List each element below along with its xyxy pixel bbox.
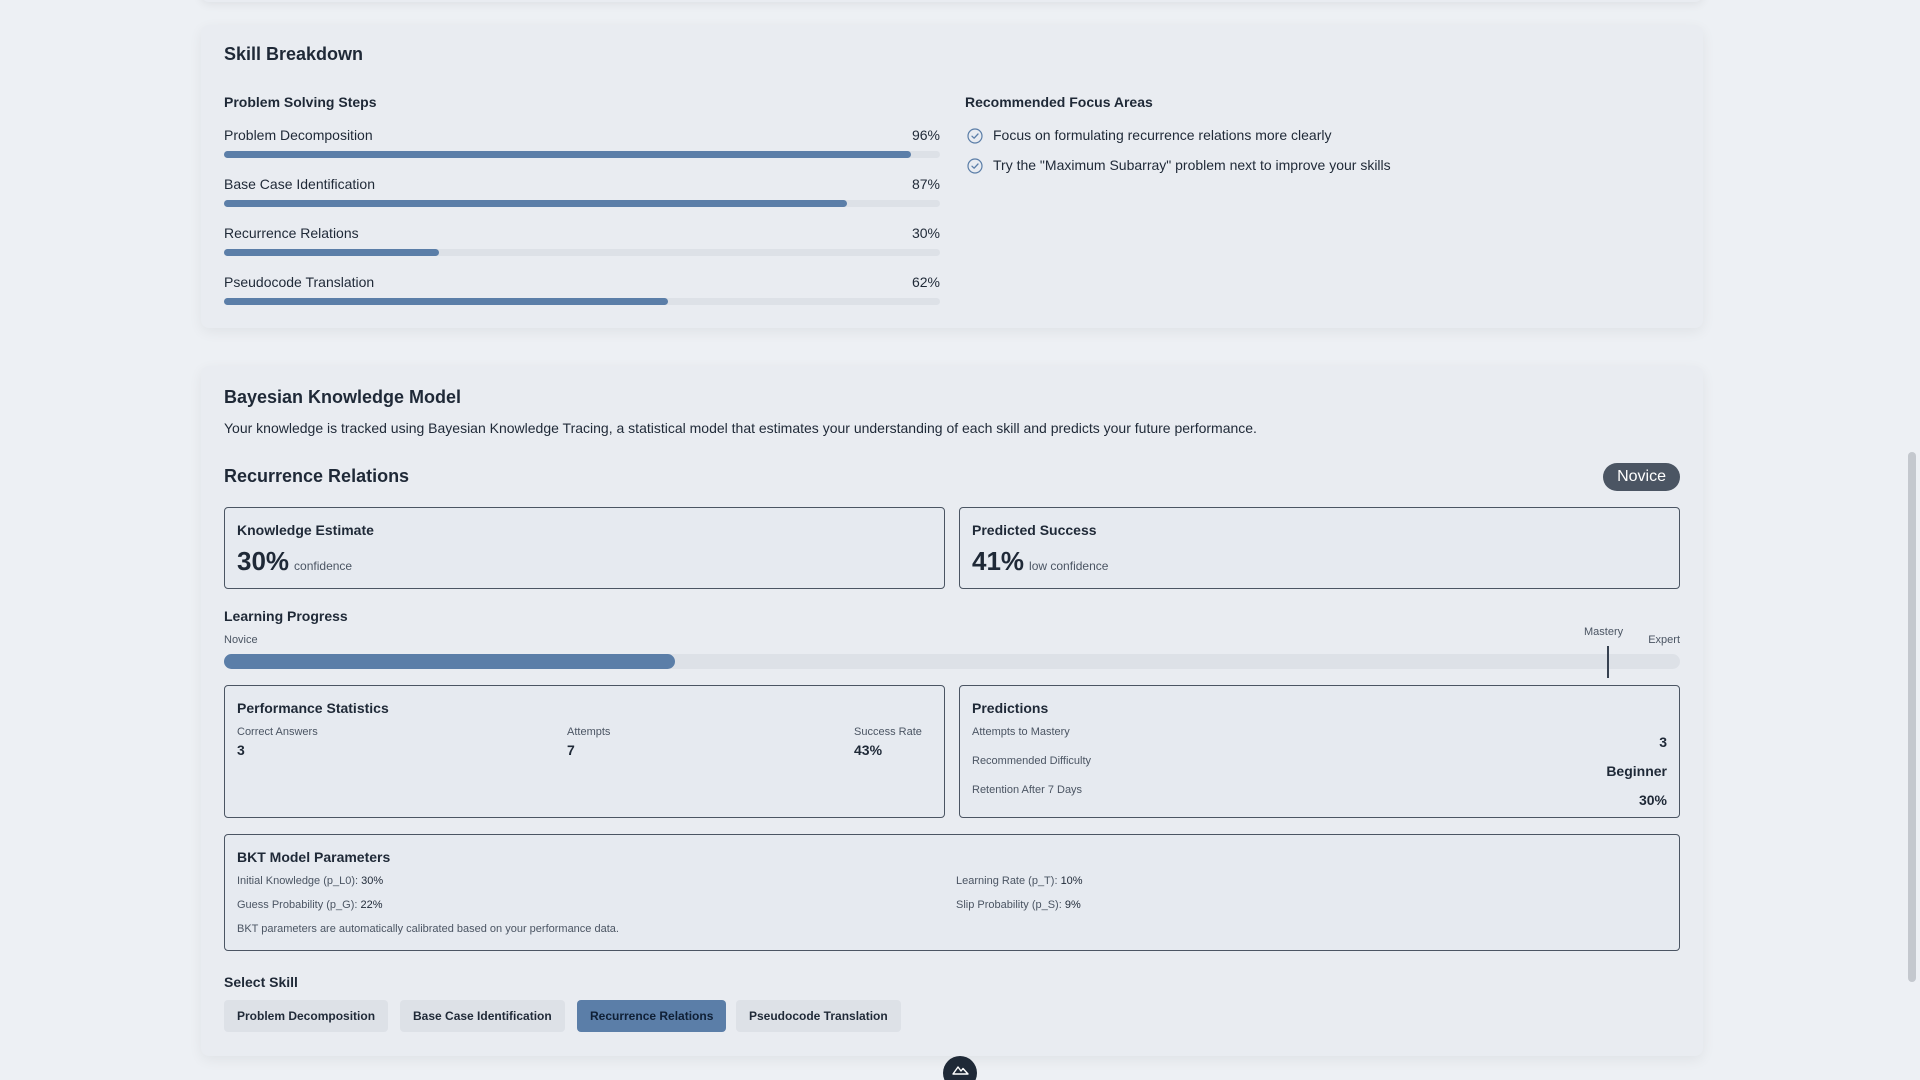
skill-progress-row: Problem Decomposition 96% [224,127,940,161]
select-skill-title: Select Skill [224,974,298,990]
param-label: Initial Knowledge (p_L0): [237,875,359,887]
skill-percent: 87% [911,176,940,192]
predictions-title: Predictions [972,700,1049,716]
skill-option-recurrence-relations[interactable]: Recurrence Relations [577,1000,727,1032]
progress-end-label: Expert [1648,634,1680,646]
prediction-label: Recommended Difficulty [972,755,1092,767]
predicted-success-title: Predicted Success [972,522,1097,538]
predicted-success-metric: 41% low confidence [972,546,1108,577]
skill-percent: 96% [911,127,940,143]
skill-progress-fill [224,200,847,207]
skill-progress-row: Recurrence Relations 30% [224,225,940,259]
stat-value: 7 [567,742,575,758]
param-label: Slip Probability (p_S): [956,899,1062,911]
skill-progress-track [224,249,940,256]
skill-breakdown-card: Skill Breakdown Problem Solving Steps Pr… [201,25,1703,328]
predicted-success-note: low confidence [1029,559,1109,573]
skill-progress-row: Pseudocode Translation 62% [224,274,940,308]
check-circle-icon [967,158,983,174]
learning-progress-fill [224,654,676,669]
bkt-description: Your knowledge is tracked using Bayesian… [224,420,1257,436]
skill-progress-track [224,298,940,305]
param-label: Learning Rate (p_T): [956,875,1058,887]
skill-percent: 30% [911,225,940,241]
focus-item-text: Try the "Maximum Subarray" problem next … [993,157,1391,173]
stat-value: 43% [854,742,883,758]
knowledge-estimate-note: confidence [294,559,353,573]
prediction-value: Beginner [1606,763,1667,779]
bayesian-knowledge-card: Bayesian Knowledge Model Your knowledge … [201,366,1703,1056]
bkt-parameters-box: BKT Model Parameters Initial Knowledge (… [224,834,1680,951]
prediction-value: 3 [1659,734,1667,750]
skill-progress-fill [224,298,668,305]
prediction-value: 30% [1638,792,1667,808]
vertical-scrollbar[interactable] [1908,452,1916,982]
knowledge-estimate-box: Knowledge Estimate 30% confidence [224,507,945,589]
prediction-row: Retention After 7 Days 30% [972,784,1667,813]
stat-correct-answers: Correct Answers 3 [237,726,318,758]
bkt-parameters-note: BKT parameters are automatically calibra… [237,923,619,935]
skill-progress-track [224,200,940,207]
param-value: 30% [361,875,384,887]
skill-progress-fill [224,249,439,256]
prediction-row: Recommended Difficulty Beginner [972,755,1667,784]
recommended-focus-title: Recommended Focus Areas [965,94,1153,110]
param-guess-probability: Guess Probability (p_G): 22% [237,899,383,911]
param-value: 22% [360,899,383,911]
skill-label: Recurrence Relations [224,225,359,241]
skill-percent: 62% [911,274,940,290]
knowledge-estimate-metric: 30% confidence [237,546,352,577]
skill-label: Base Case Identification [224,176,375,192]
stat-label: Attempts [567,726,611,738]
param-value: 10% [1060,875,1083,887]
stat-value: 3 [237,742,245,758]
performance-statistics-box: Performance Statistics Correct Answers 3… [224,685,945,818]
prediction-label: Attempts to Mastery [972,726,1070,738]
mastery-marker [1607,646,1609,678]
mastery-label: Mastery [1584,626,1624,638]
stat-attempts: Attempts 7 [567,726,610,758]
bkt-parameters-title: BKT Model Parameters [237,849,391,865]
predicted-success-box: Predicted Success 41% low confidence [959,507,1680,589]
progress-start-label: Novice [224,634,258,646]
performance-statistics-title: Performance Statistics [237,700,389,716]
knowledge-estimate-value: 30% [237,546,290,576]
param-initial-knowledge: Initial Knowledge (p_L0): 30% [237,875,383,887]
param-slip-probability: Slip Probability (p_S): 9% [956,899,1081,911]
skill-option-problem-decomposition[interactable]: Problem Decomposition [224,1000,389,1032]
problem-solving-steps-title: Problem Solving Steps [224,94,377,110]
stat-success-rate: Success Rate 43% [854,726,922,758]
mountain-icon [952,1066,969,1075]
focus-item-text: Focus on formulating recurrence relation… [993,127,1332,143]
prediction-row: Attempts to Mastery 3 [972,726,1667,755]
level-badge: Novice [1603,463,1680,491]
param-label: Guess Probability (p_G): [237,899,358,911]
skill-option-base-case-identification[interactable]: Base Case Identification [400,1000,565,1032]
learning-progress-track [224,654,1680,669]
learning-progress-title: Learning Progress [224,608,348,624]
predicted-success-value: 41% [972,546,1025,576]
stat-label: Correct Answers [237,726,318,738]
skill-label: Problem Decomposition [224,127,373,143]
param-learning-rate: Learning Rate (p_T): 10% [956,875,1083,887]
stat-label: Success Rate [854,726,922,738]
knowledge-estimate-title: Knowledge Estimate [237,522,374,538]
floating-action-button[interactable] [943,1056,977,1080]
skill-option-pseudocode-translation[interactable]: Pseudocode Translation [736,1000,901,1032]
skill-progress-fill [224,151,912,158]
skill-progress-row: Base Case Identification 87% [224,176,940,210]
param-value: 9% [1064,899,1081,911]
selected-skill-heading: Recurrence Relations [224,466,410,486]
prediction-label: Retention After 7 Days [972,784,1083,796]
bkt-title: Bayesian Knowledge Model [224,387,462,407]
previous-card-edge [201,0,1703,2]
skill-progress-track [224,151,940,158]
skill-breakdown-title: Skill Breakdown [224,44,364,64]
check-circle-icon [967,128,983,144]
predictions-box: Predictions Attempts to Mastery 3 Recomm… [959,685,1680,818]
skill-label: Pseudocode Translation [224,274,375,290]
